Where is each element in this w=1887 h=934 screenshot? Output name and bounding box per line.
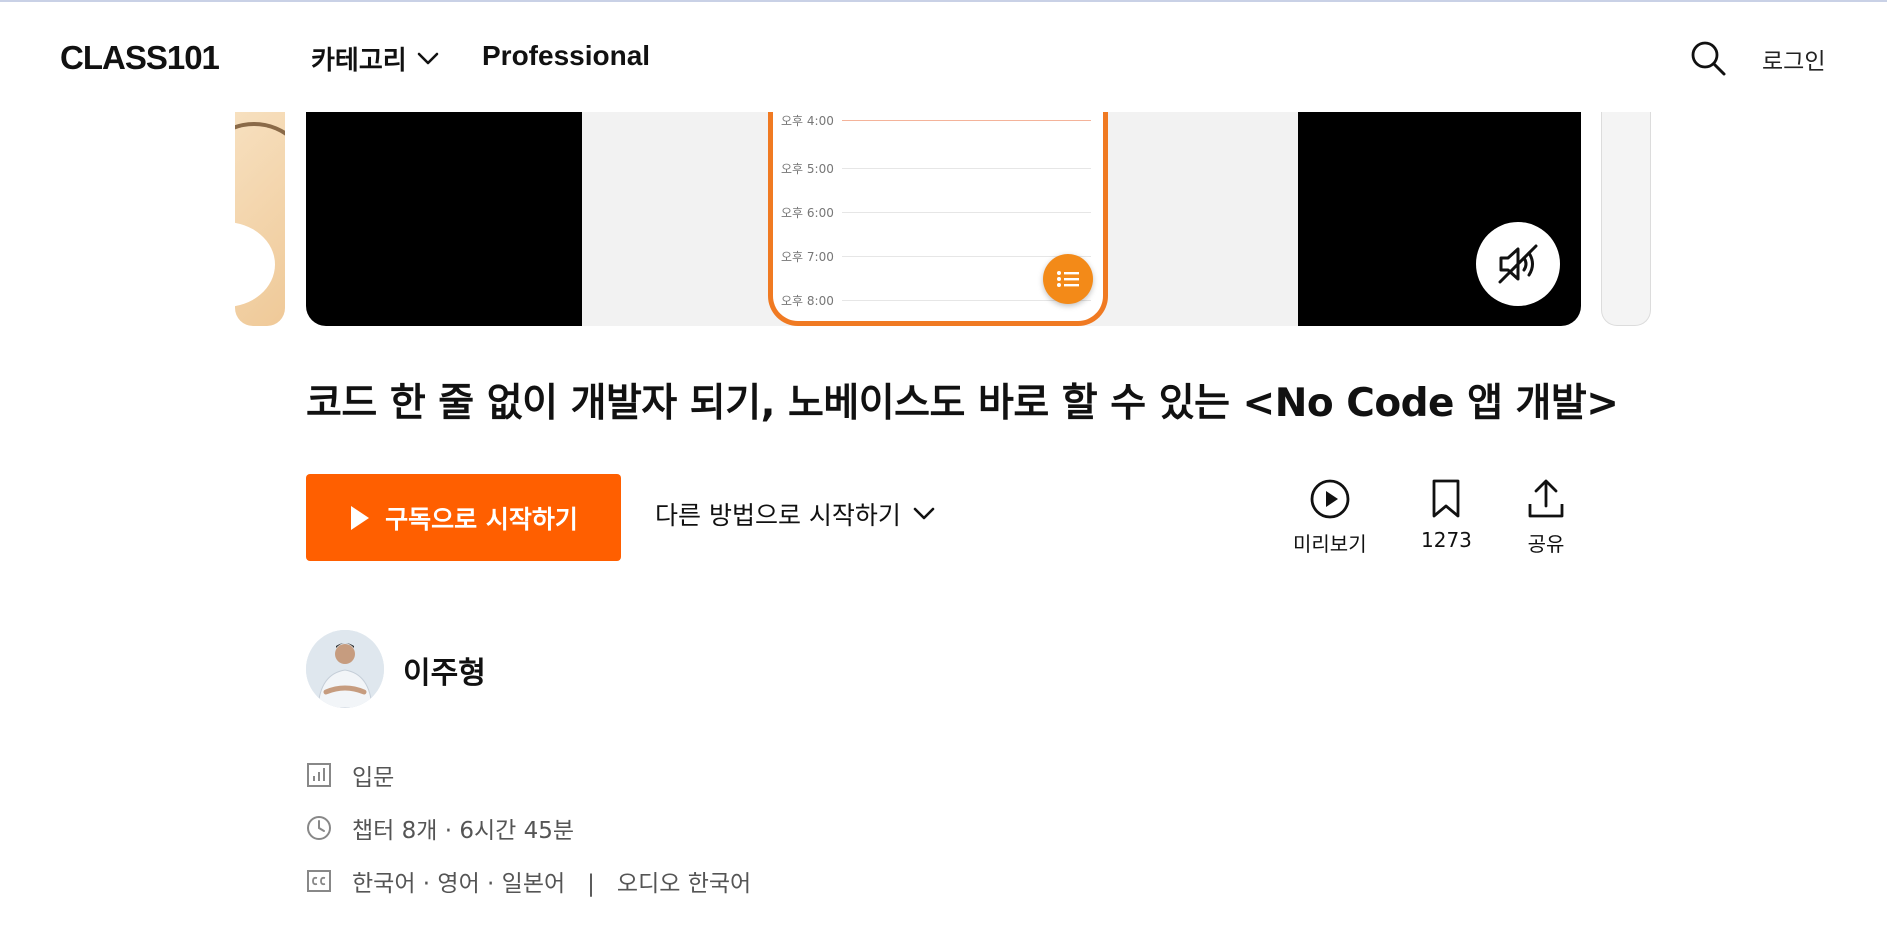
- preview-label: 미리보기: [1293, 532, 1367, 556]
- share-button[interactable]: 공유: [1526, 478, 1566, 557]
- time-row: 오후 5:00: [781, 158, 1091, 178]
- time-row: 오후 8:00: [781, 290, 1091, 310]
- divider: |: [587, 871, 595, 897]
- bookmark-button[interactable]: 1273: [1421, 478, 1472, 552]
- course-media-carousel: 오후 4:00 오후 5:00 오후 6:00 오후 7:00 오후 8:00: [0, 112, 1887, 326]
- carousel-next-slide[interactable]: [1601, 112, 1651, 326]
- clock-icon: [307, 816, 331, 840]
- start-subscription-label: 구독으로 시작하기: [385, 504, 578, 534]
- time-row: 오후 4:00: [781, 112, 1091, 130]
- course-video[interactable]: 오후 4:00 오후 5:00 오후 6:00 오후 7:00 오후 8:00: [306, 112, 1581, 326]
- time-label: 오후 7:00: [781, 249, 834, 264]
- info-language: 한국어 · 영어 · 일본어 | 오디오 한국어: [306, 864, 751, 898]
- time-row: 오후 7:00: [781, 246, 1091, 266]
- nav-professional[interactable]: Professional: [482, 40, 650, 72]
- audio-language: 오디오 한국어: [616, 871, 752, 897]
- site-header: CLASS101 카테고리 Professional 로그인: [0, 2, 1887, 112]
- list-fab: [1043, 254, 1093, 304]
- nav-category[interactable]: 카테고리: [311, 40, 439, 77]
- preview-button[interactable]: 미리보기: [1293, 478, 1367, 557]
- search-button[interactable]: [1688, 38, 1728, 78]
- start-subscription-button[interactable]: 구독으로 시작하기: [306, 474, 621, 561]
- level-text: 입문: [352, 765, 395, 791]
- other-methods-label: 다른 방법으로 시작하기: [655, 501, 901, 530]
- mute-toggle-button[interactable]: [1476, 222, 1560, 306]
- search-icon: [1691, 41, 1726, 76]
- bookmark-icon: [1433, 479, 1460, 518]
- share-upload-icon: [1528, 479, 1564, 518]
- login-link[interactable]: 로그인: [1762, 42, 1825, 76]
- chevron-down-icon: [417, 52, 438, 64]
- info-level: 입문: [306, 758, 394, 792]
- time-label: 오후 4:00: [781, 113, 834, 128]
- class101-logo[interactable]: CLASS101: [60, 39, 220, 77]
- list-icon: [1057, 271, 1079, 287]
- course-title: 코드 한 줄 없이 개발자 되기, 노베이스도 바로 할 수 있는 <No Co…: [306, 381, 1619, 426]
- slide-decoration: [235, 122, 285, 240]
- other-methods-button[interactable]: 다른 방법으로 시작하기: [655, 496, 935, 532]
- instructor-name[interactable]: 이주형: [403, 648, 486, 692]
- time-row: 오후 6:00: [781, 202, 1091, 222]
- subtitle-languages: 한국어 · 영어 · 일본어: [352, 871, 566, 897]
- time-label: 오후 8:00: [781, 293, 834, 308]
- play-icon: [351, 505, 370, 530]
- speaker-muted-icon: [1498, 244, 1538, 284]
- bookmark-count: 1273: [1421, 528, 1472, 552]
- info-duration: 챕터 8개 · 6시간 45분: [306, 811, 574, 845]
- instructor-avatar[interactable]: [306, 630, 384, 708]
- avatar-image: [306, 630, 384, 708]
- share-label: 공유: [1527, 532, 1565, 556]
- bar-chart-icon: [307, 763, 331, 787]
- time-label: 오후 6:00: [781, 205, 834, 220]
- duration-text: 챕터 8개 · 6시간 45분: [352, 818, 575, 844]
- carousel-prev-slide[interactable]: [235, 112, 285, 326]
- phone-screen: 오후 4:00 오후 5:00 오후 6:00 오후 7:00 오후 8:00: [768, 112, 1108, 326]
- nav-category-label: 카테고리: [311, 46, 407, 76]
- play-circle-icon: [1310, 479, 1350, 519]
- closed-caption-icon: [307, 870, 331, 892]
- chevron-down-icon: [913, 507, 935, 520]
- time-label: 오후 5:00: [781, 161, 834, 176]
